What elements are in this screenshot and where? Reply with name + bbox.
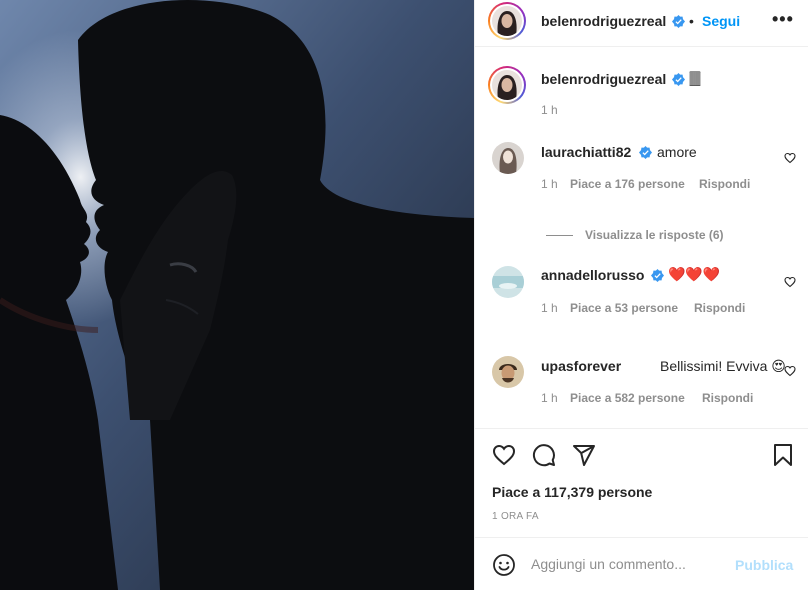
comment-reply-button[interactable]: Rispondi — [702, 391, 753, 405]
publish-button[interactable]: Pubblica — [735, 557, 793, 573]
post-header: belenrodriguezreal • Segui ••• — [475, 0, 808, 46]
more-options-button[interactable]: ••• — [772, 9, 794, 30]
comment-reply-label: Rispondi — [702, 391, 754, 405]
comment-likes-label: Piace a 176 persone — [570, 177, 685, 191]
comment-likes-label: Piace a 582 persone — [570, 391, 685, 405]
comment-text: ❤️❤️❤️ — [668, 266, 721, 282]
comment-avatar-image — [492, 356, 524, 388]
comment-time: 1 h — [541, 391, 558, 405]
caption-avatar-image — [492, 70, 522, 100]
comment-avatar-image — [492, 142, 524, 174]
header-separator: • — [689, 13, 694, 29]
comment-username[interactable]: laurachiatti82 — [541, 144, 631, 160]
follow-button[interactable]: Segui — [702, 13, 740, 29]
view-replies-button[interactable]: Visualizza le risposte (6) — [585, 228, 724, 242]
comment-reply-label: Rispondi — [699, 177, 751, 191]
like-heart-icon[interactable] — [492, 443, 516, 467]
caption-username[interactable]: belenrodriguezreal — [541, 71, 666, 87]
comment-time: 1 h — [541, 301, 558, 315]
comment-text: amore — [657, 144, 697, 160]
comment-username[interactable]: upasforever — [541, 358, 621, 374]
comment-like-heart-icon[interactable] — [784, 365, 796, 377]
instagram-post-view: belenrodriguezreal • Segui ••• belenrodr… — [0, 0, 808, 590]
post-likes-count[interactable]: Piace a 117,379 persone — [492, 484, 652, 500]
author-avatar-image — [492, 6, 522, 36]
verified-badge-icon — [651, 269, 664, 282]
caption-text: 🀫 — [689, 70, 701, 87]
comment-likes-count[interactable]: Piace a 176 persone — [570, 177, 685, 191]
post-photo[interactable] — [0, 0, 474, 590]
comment-like-heart-icon[interactable] — [784, 152, 796, 164]
comment-reply-button[interactable]: Rispondi — [699, 177, 750, 191]
caption-avatar[interactable] — [488, 66, 526, 104]
comment-username[interactable]: annadellorusso — [541, 267, 644, 283]
verified-badge-icon — [639, 146, 652, 159]
post-details-panel: belenrodriguezreal • Segui ••• belenrodr… — [474, 0, 808, 590]
comment-time: 1 h — [541, 177, 558, 191]
share-paper-plane-icon[interactable] — [572, 443, 596, 467]
comment-likes-count[interactable]: Piace a 582 persone — [570, 391, 685, 405]
add-comment-bar: Pubblica — [475, 537, 808, 590]
comment-likes-count[interactable]: Piace a 53 persone — [570, 301, 678, 315]
comment-avatar-upasforever[interactable] — [492, 356, 524, 388]
comments-divider — [475, 428, 808, 429]
comment-reply-label: Rispondi — [694, 301, 746, 315]
view-replies-line — [546, 235, 573, 236]
add-comment-input[interactable] — [531, 550, 731, 578]
caption-time: 1 h — [541, 103, 558, 117]
comment-text: Bellissimi! Evviva 😍 — [660, 358, 786, 374]
verified-badge-icon — [672, 15, 685, 28]
comment-avatar-annadellorusso[interactable] — [492, 266, 524, 298]
comment-like-heart-icon[interactable] — [784, 276, 796, 288]
comment-bubble-icon[interactable] — [532, 443, 556, 467]
verified-badge-icon — [672, 73, 685, 86]
comment-avatar-laurachiatti82[interactable] — [492, 142, 524, 174]
comment-reply-button[interactable]: Rispondi — [694, 301, 745, 315]
post-timestamp: 1 ORA FA — [492, 511, 539, 522]
header-divider — [475, 46, 808, 47]
photo-silhouette-couple — [0, 0, 474, 590]
comment-avatar-image — [492, 266, 524, 298]
comment-likes-label: Piace a 53 persone — [570, 301, 679, 315]
author-username[interactable]: belenrodriguezreal — [541, 13, 666, 29]
emoji-smiley-icon[interactable] — [492, 553, 516, 577]
save-bookmark-icon[interactable] — [771, 443, 795, 467]
author-avatar[interactable] — [488, 2, 526, 40]
